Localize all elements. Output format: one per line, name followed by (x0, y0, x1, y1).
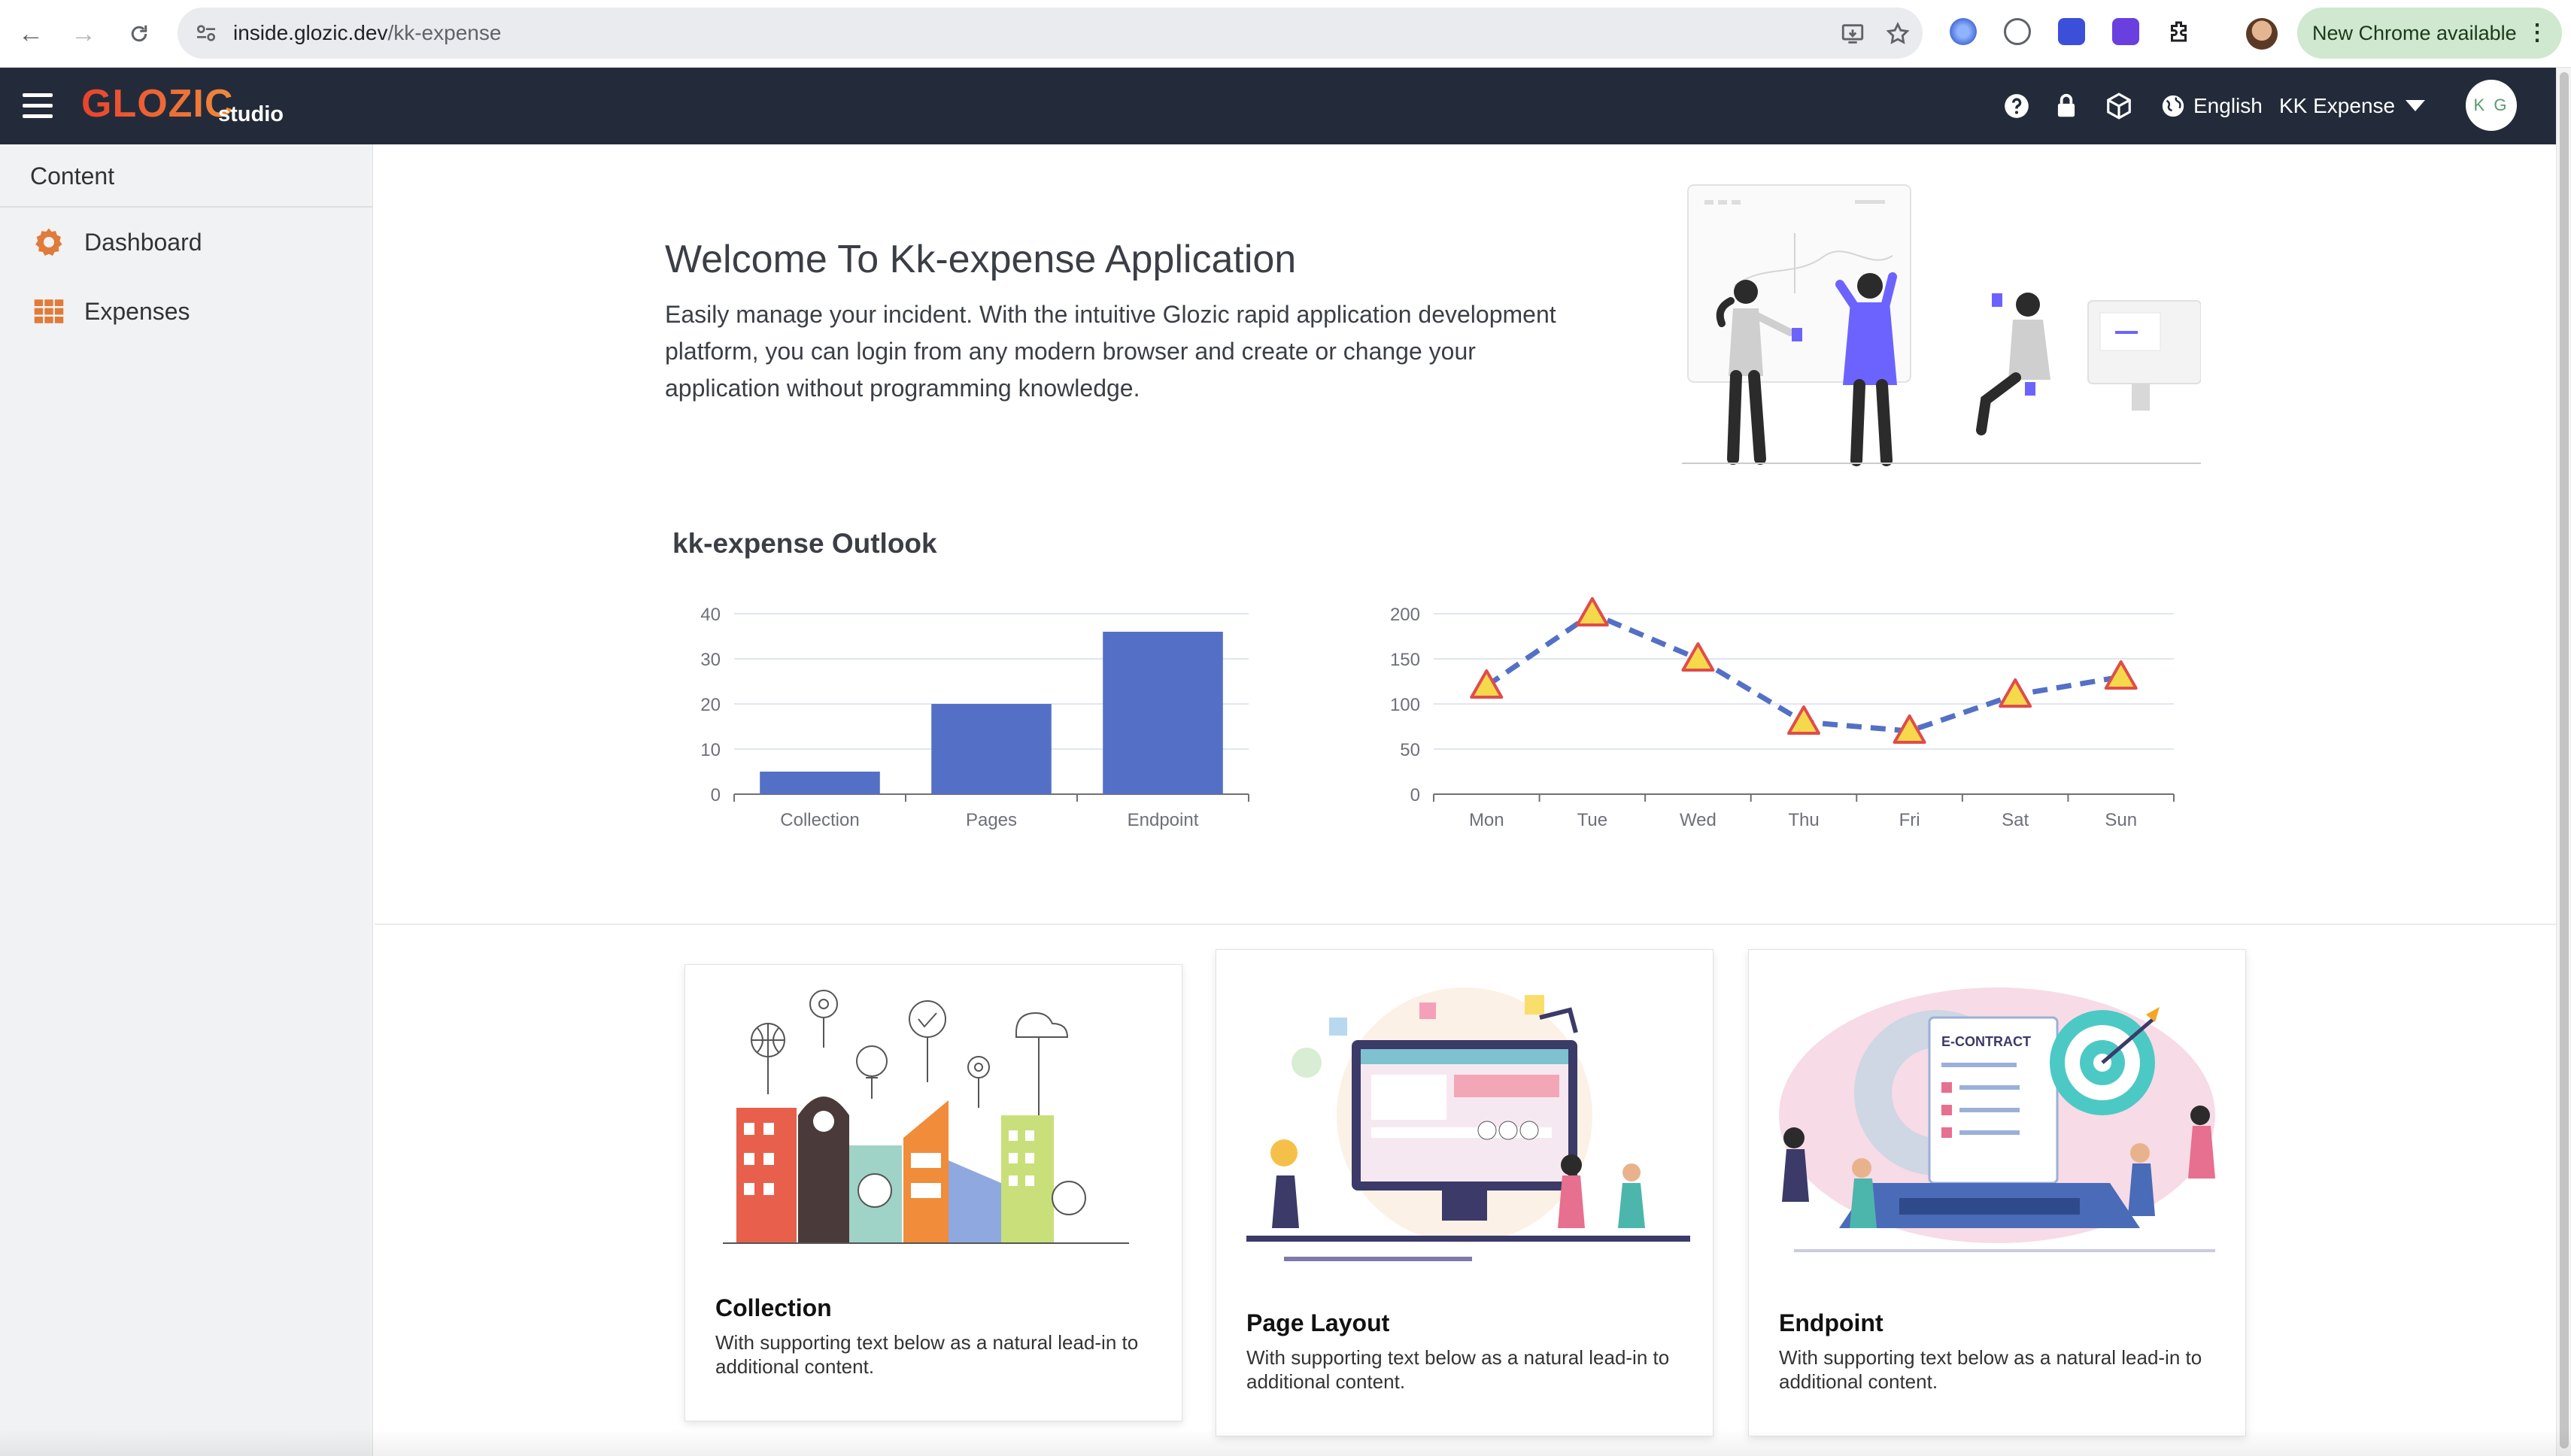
line-chart: 0 50 100 150 200 Mon Tue Wed Thu Fri Sat Sun (1390, 597, 2175, 830)
welcome-title: Welcome To Kk-expense Application (665, 238, 1297, 281)
logo-subtitle: studio (218, 102, 284, 126)
y-tick-label: 0 (1410, 785, 1420, 805)
x-tick-label: Thu (1788, 810, 1819, 830)
sidebar-item-dashboard[interactable]: Dashboard (0, 208, 372, 277)
y-tick-label: 30 (700, 650, 721, 670)
bar (1103, 632, 1223, 794)
triangle-marker (1999, 678, 2032, 708)
y-tick-label: 0 (711, 785, 721, 805)
y-tick-label: 150 (1390, 650, 1420, 670)
x-tick-label: Wed (1680, 810, 1717, 830)
chrome-update-button[interactable]: New Chrome available ⋮ (2297, 8, 2562, 59)
y-tick-label: 20 (700, 695, 721, 715)
bar (931, 704, 1052, 794)
y-tick-label: 10 (700, 740, 721, 760)
menu-icon[interactable] (23, 93, 53, 119)
page-scrollbar[interactable] (2556, 68, 2571, 1456)
bookmark-star-icon[interactable] (1885, 21, 1911, 47)
help-icon[interactable] (2002, 92, 2031, 120)
x-tick-label: Tue (1577, 810, 1607, 830)
x-tick-label: Mon (1469, 810, 1504, 830)
grid-icon (34, 299, 64, 323)
x-tick-label: Sat (2002, 810, 2029, 830)
install-app-icon[interactable] (1840, 21, 1865, 47)
user-avatar[interactable]: K G (2466, 80, 2517, 131)
card-title: Endpoint (1779, 1309, 1883, 1336)
section-divider (375, 924, 2556, 925)
globe-icon (2162, 95, 2184, 117)
browser-toolbar: ← → inside.glozic.dev/kk-expense New Chr… (0, 0, 2571, 68)
x-tick-label: Pages (966, 810, 1017, 830)
scrollbar-thumb[interactable] (2560, 72, 2569, 1448)
card-page-layout[interactable]: Page Layout With supporting text below a… (1216, 949, 1713, 1436)
extension-icon-4[interactable] (2112, 18, 2139, 45)
city-collection-illustration (723, 990, 1129, 1244)
x-tick-label: Fri (1899, 810, 1920, 830)
card-text: With supporting text below as a natural … (1779, 1346, 2202, 1393)
triangle-marker (2104, 660, 2138, 690)
card-title: Page Layout (1246, 1309, 1390, 1336)
profile-avatar[interactable] (2246, 18, 2278, 50)
extensions-puzzle-icon[interactable] (2166, 18, 2193, 45)
reload-icon[interactable] (122, 17, 156, 51)
address-bar[interactable]: inside.glozic.dev/kk-expense (178, 8, 1923, 59)
x-tick-label: Sun (2105, 810, 2137, 830)
page-layout-illustration (1246, 987, 1690, 1261)
y-tick-label: 200 (1390, 605, 1420, 625)
sidebar: Content Dashboard Expenses (0, 144, 373, 1456)
sidebar-item-label: Expenses (84, 297, 190, 325)
team-whiteboard-illustration (1682, 184, 2201, 466)
extension-icon-1[interactable] (1950, 18, 1977, 45)
triangle-marker (1787, 705, 1820, 735)
settings-cube-icon[interactable] (2105, 92, 2133, 120)
app-selector[interactable]: KK Expense (2279, 89, 2426, 123)
sidebar-title: Content (0, 144, 372, 208)
url-host: inside.glozic.dev (233, 21, 388, 44)
e-contract-illustration: E-CONTRACT (1779, 987, 2215, 1252)
bar-chart: 0 10 20 30 40 Collection Pages Endpoint (700, 605, 1249, 830)
card-collection[interactable]: Collection With supporting text below as… (684, 964, 1182, 1421)
card-title: Collection (715, 1294, 832, 1321)
x-tick-label: Endpoint (1128, 810, 1199, 830)
gear-icon (35, 228, 62, 256)
triangle-marker (1681, 642, 1715, 672)
url-path: /kk-expense (387, 21, 502, 44)
more-menu-icon[interactable]: ⋮ (2526, 8, 2548, 59)
app-header: GLOZIC studio English KK Expense K G (0, 68, 2556, 144)
language-label: English (2193, 94, 2263, 117)
y-tick-label: 100 (1390, 695, 1420, 715)
caret-down-icon (2406, 100, 2426, 111)
url-text[interactable]: inside.glozic.dev/kk-expense (233, 8, 501, 59)
sidebar-item-expenses[interactable]: Expenses (0, 277, 372, 346)
triangle-marker (1575, 597, 1609, 626)
card-text: With supporting text below as a natural … (715, 1331, 1139, 1378)
extension-icon-2[interactable] (2004, 18, 2031, 45)
language-selector[interactable]: English (2160, 89, 2263, 123)
lock-icon[interactable] (2052, 92, 2081, 120)
y-tick-label: 40 (700, 605, 721, 625)
card-endpoint[interactable]: E-CONTRACT Endpoint With supporting text… (1748, 949, 2246, 1436)
welcome-text: Easily manage your incident. With the in… (665, 301, 1556, 402)
update-label: New Chrome available (2312, 22, 2517, 44)
svg-text:E-CONTRACT: E-CONTRACT (1941, 1034, 2031, 1049)
y-tick-label: 50 (1400, 740, 1420, 760)
outlook-title: kk-expense Outlook (672, 528, 937, 559)
app-name-label: KK Expense (2279, 94, 2396, 117)
forward-icon[interactable]: → (66, 17, 101, 51)
triangle-marker (1470, 669, 1504, 699)
bar (760, 772, 880, 794)
logo[interactable]: GLOZIC (81, 80, 233, 128)
card-text: With supporting text below as a natural … (1246, 1346, 1670, 1393)
back-icon[interactable]: ← (14, 17, 48, 51)
sidebar-item-label: Dashboard (84, 228, 202, 256)
x-tick-label: Collection (780, 810, 859, 830)
extension-icon-3[interactable] (2058, 18, 2085, 45)
site-settings-icon[interactable] (194, 21, 218, 45)
